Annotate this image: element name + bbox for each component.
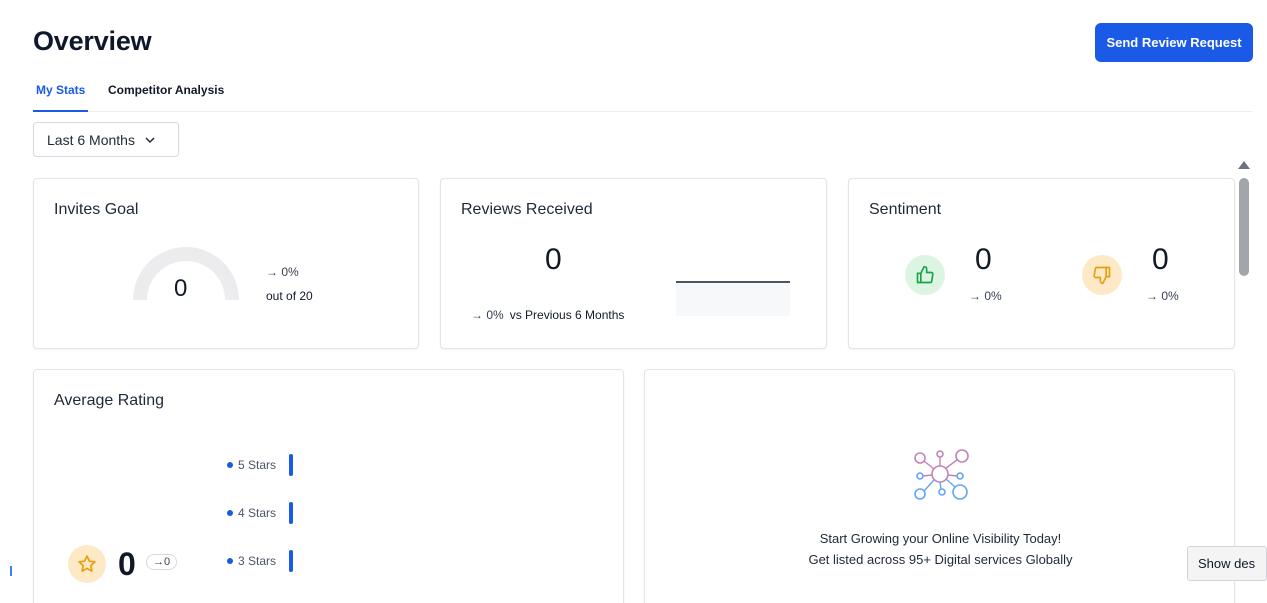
- date-range-value: Last 6 Months: [47, 131, 135, 148]
- negative-sentiment-change: → 0%: [1146, 289, 1179, 303]
- promo-headline: Start Growing your Online Visibility Tod…: [819, 531, 1062, 546]
- date-range-select[interactable]: Last 6 Months: [33, 122, 179, 157]
- reviews-received-value: 0: [545, 243, 562, 276]
- negative-sentiment-value: 0: [1152, 243, 1169, 276]
- positive-sentiment-change: → 0%: [969, 289, 1002, 303]
- average-rating-delta: →0: [146, 554, 178, 570]
- visibility-promo-card: Start Growing your Online Visibility Tod…: [644, 369, 1235, 603]
- rating-row-label: 5 Stars: [238, 458, 277, 472]
- average-rating-title: Average Rating: [54, 392, 164, 409]
- invites-goal-out-of: out of 20: [266, 289, 313, 303]
- sentiment-card: Sentiment 0 → 0% 0 → 0%: [848, 178, 1235, 349]
- reviews-sparkline: [676, 281, 790, 316]
- thumbs-up-icon: [905, 255, 945, 295]
- rating-bar: [289, 454, 294, 476]
- rating-row-4-stars: 4 Stars: [227, 502, 294, 524]
- reviews-received-footer: → 0% vs Previous 6 Months: [471, 308, 624, 322]
- reviews-received-title: Reviews Received: [461, 201, 593, 218]
- scroll-up-arrow[interactable]: [1238, 161, 1250, 169]
- edge-indicator: [10, 566, 12, 576]
- tab-my-stats[interactable]: My Stats: [33, 83, 89, 112]
- positive-sentiment-value: 0: [975, 243, 992, 276]
- reviews-received-card: Reviews Received 0 → 0% vs Previous 6 Mon…: [440, 178, 827, 349]
- tab-bar: My Stats Competitor Analysis: [33, 76, 1252, 112]
- rating-row-label: 4 Stars: [238, 506, 277, 520]
- rating-row-5-stars: 5 Stars: [227, 454, 294, 476]
- invites-goal-change: → 0%: [266, 265, 299, 279]
- legend-dot: [227, 510, 233, 516]
- thumbs-down-icon: [1082, 255, 1122, 295]
- tab-competitor-analysis[interactable]: Competitor Analysis: [108, 83, 224, 112]
- page-title: Overview: [33, 26, 152, 56]
- reviews-received-change: → 0%: [471, 308, 504, 322]
- average-rating-card: Average Rating 5 Stars 4 Stars 3 Stars 0…: [33, 369, 624, 603]
- rating-bar: [289, 502, 294, 524]
- reviews-received-comparison: vs Previous 6 Months: [509, 308, 625, 322]
- legend-dot: [227, 462, 233, 468]
- chevron-down-icon: [145, 136, 155, 143]
- invites-goal-value: 0: [174, 275, 188, 302]
- rating-row-3-stars: 3 Stars: [227, 550, 294, 572]
- show-desktop-tooltip: Show des: [1187, 546, 1267, 581]
- scrollbar-thumb[interactable]: [1239, 178, 1249, 276]
- network-icon: [914, 449, 969, 500]
- rating-bar: [289, 550, 294, 572]
- legend-dot: [227, 558, 233, 564]
- invites-goal-title: Invites Goal: [54, 201, 139, 218]
- sentiment-title: Sentiment: [869, 201, 942, 218]
- send-review-request-button[interactable]: Send Review Request: [1095, 23, 1253, 62]
- average-rating-value: 0: [118, 546, 136, 582]
- star-icon: [68, 545, 106, 583]
- invites-goal-card: Invites Goal 0 → 0% out of 20: [33, 178, 419, 349]
- promo-subline: Get listed across 95+ Digital services G…: [808, 552, 1073, 567]
- rating-row-label: 3 Stars: [238, 554, 277, 568]
